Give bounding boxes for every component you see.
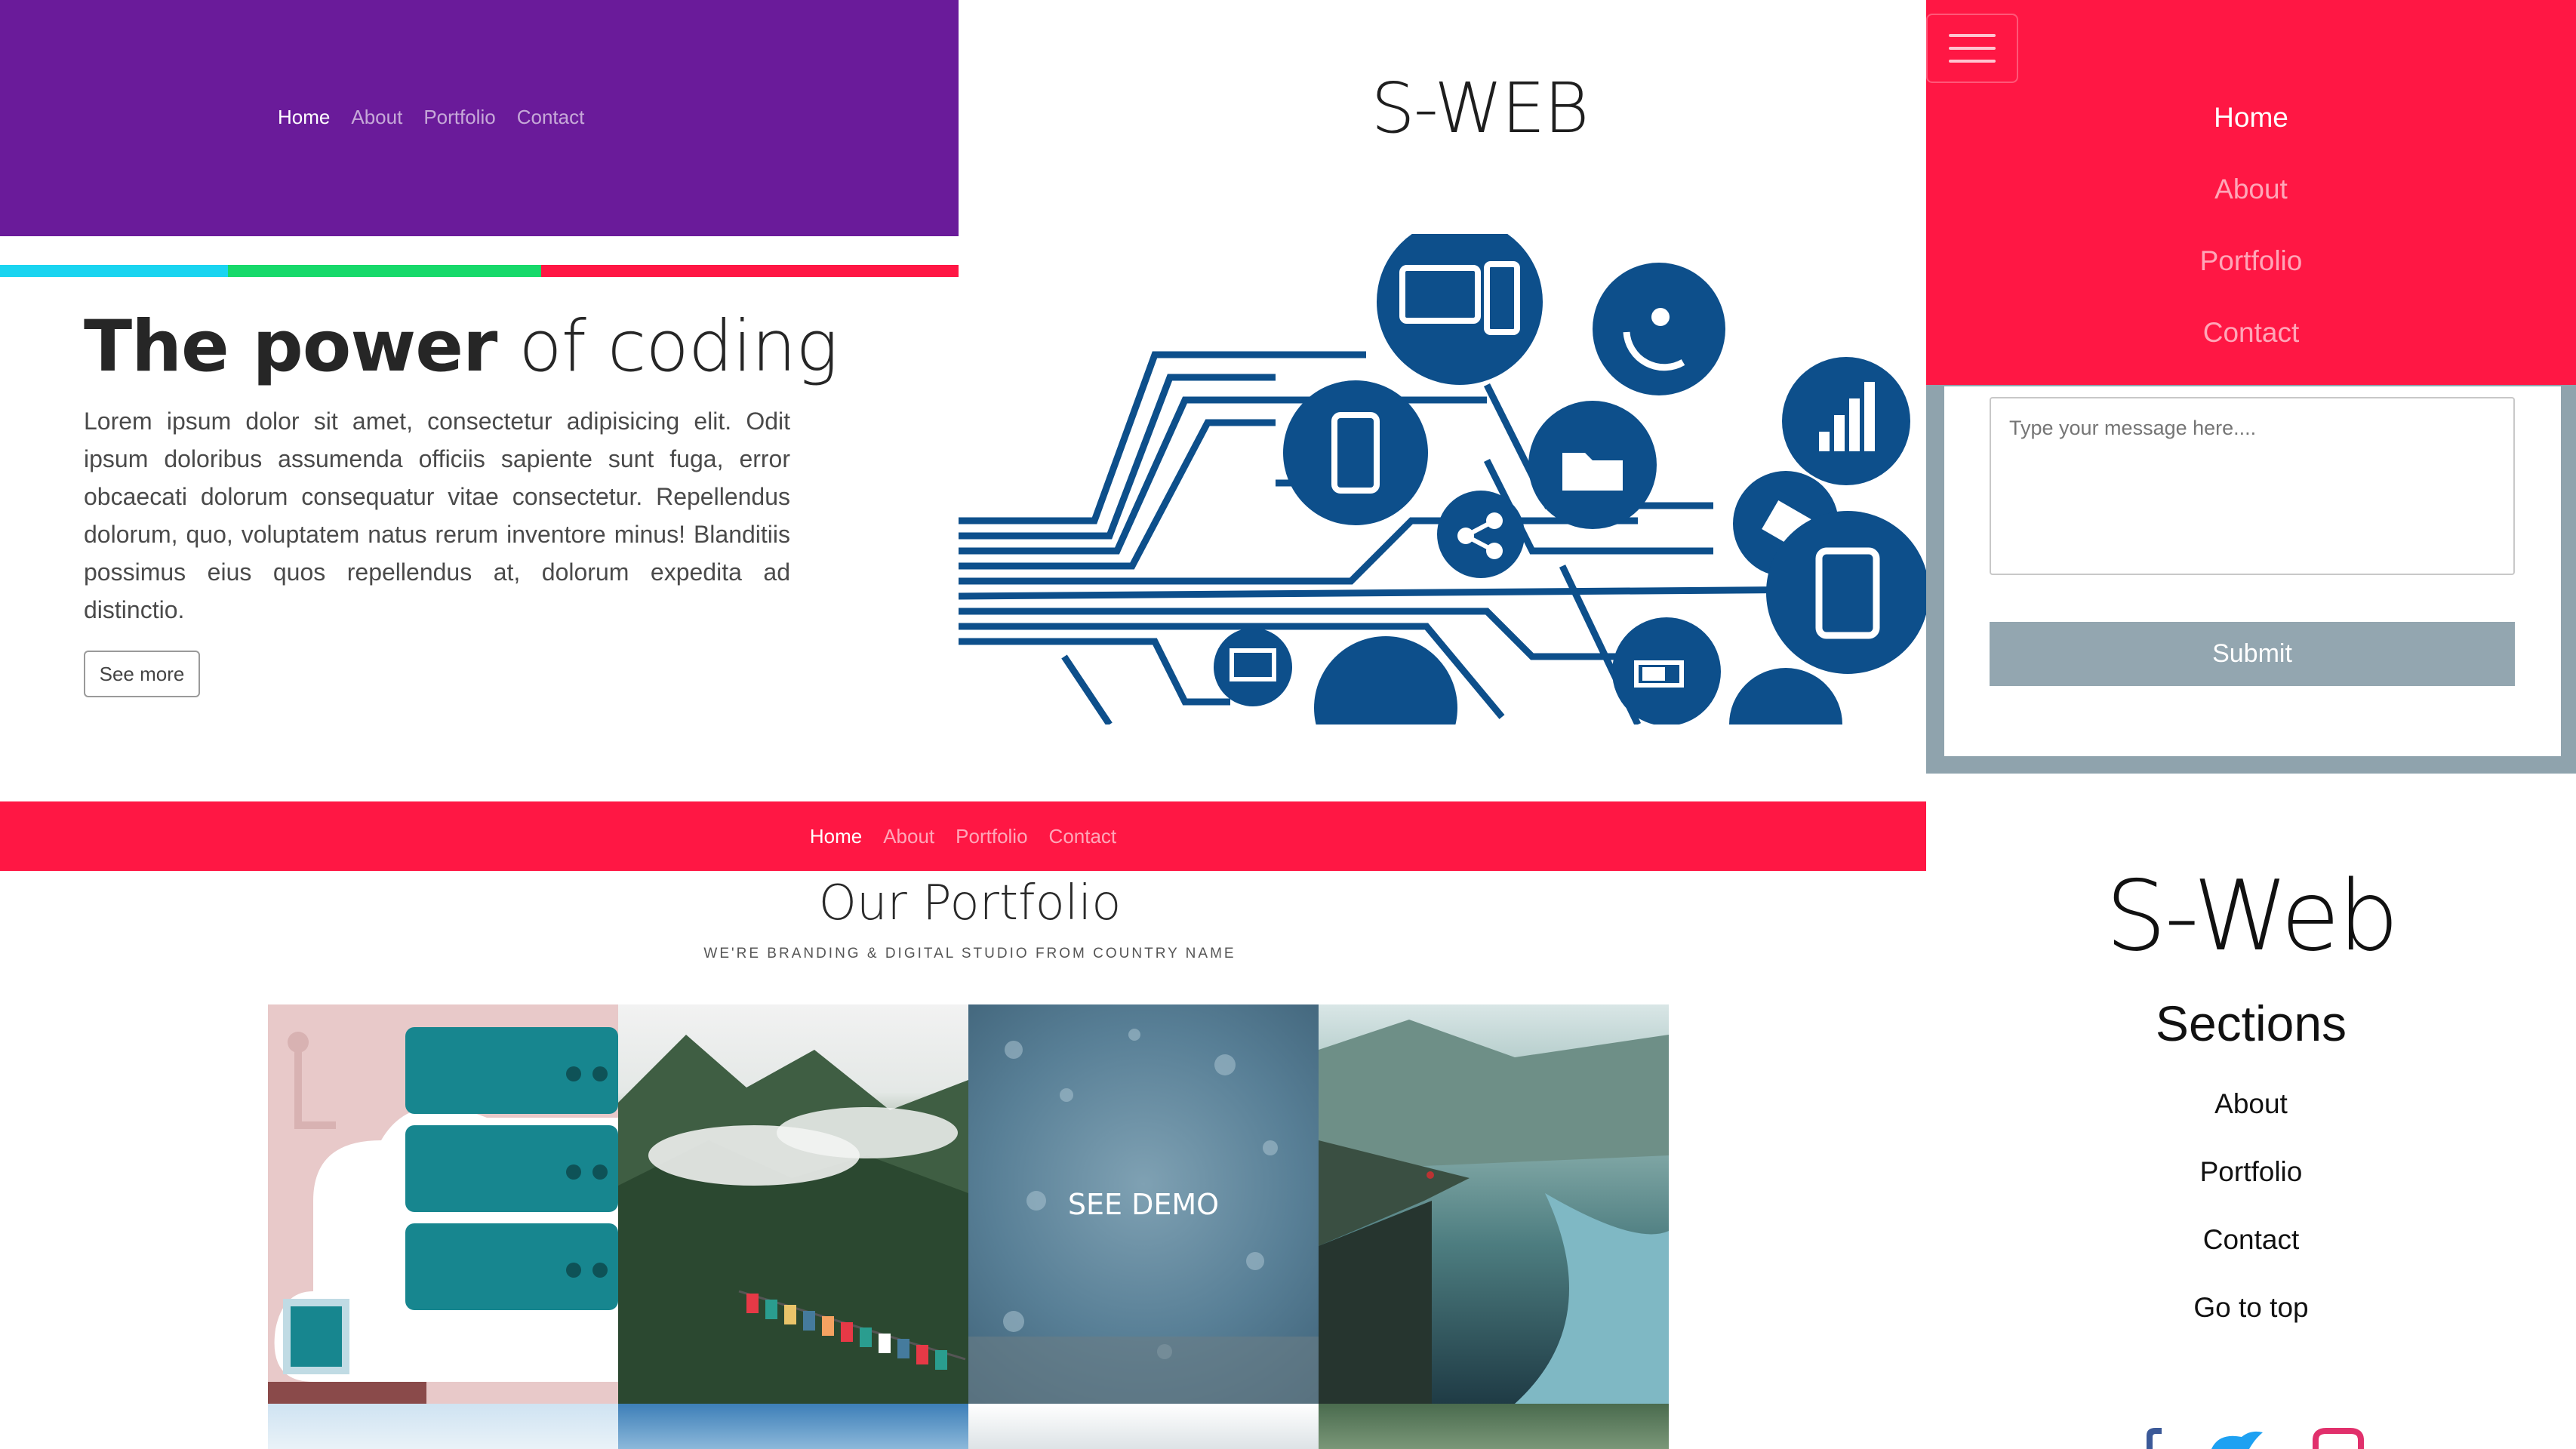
sections-title: Sections (2155, 995, 2347, 1051)
mobile-nav-contact[interactable]: Contact (1926, 317, 2576, 349)
social-icons (2147, 1428, 2364, 1449)
nav-portfolio[interactable]: Portfolio (956, 825, 1027, 848)
hero-text: Lorem ipsum dolor sit amet, consectetur … (84, 408, 790, 623)
icon-cluster (1214, 234, 1926, 724)
footer-link-contact[interactable]: Contact (1926, 1224, 2576, 1256)
color-stripe (0, 265, 959, 277)
portfolio-title: Our Portfolio (818, 875, 1122, 931)
menu-icon (1949, 34, 1996, 37)
message-field[interactable] (1990, 397, 2515, 575)
nav-about[interactable]: About (883, 825, 934, 848)
network-illustration (959, 234, 1926, 724)
nav-contact[interactable]: Contact (517, 106, 585, 129)
portfolio-nav-bar: Home About Portfolio Contact (0, 801, 1926, 871)
mountain-photo (618, 1035, 968, 1404)
portfolio-tile-trees[interactable] (1319, 1404, 1669, 1449)
satellite-dish-icon (1593, 263, 1725, 395)
portfolio-tile-clouds[interactable] (618, 1404, 968, 1449)
portfolio-tile-server[interactable] (268, 1004, 618, 1404)
twitter-icon[interactable] (2211, 1431, 2263, 1449)
laptop-icon (1214, 628, 1292, 706)
instagram-icon[interactable] (2313, 1428, 2364, 1449)
mobile-nav-about[interactable]: About (1926, 174, 2576, 205)
mobile-nav-portfolio[interactable]: Portfolio (1926, 245, 2576, 277)
share-icon (1437, 491, 1525, 578)
smartphone-icon (1283, 380, 1428, 525)
facebook-icon[interactable] (2147, 1428, 2162, 1449)
see-demo-label[interactable]: SEE DEMO (968, 1004, 1319, 1404)
brand-title: S-WEB (1371, 68, 1589, 149)
portfolio-subtitle: WE'RE BRANDING & DIGITAL STUDIO FROM COU… (703, 946, 1236, 961)
footer-link-portfolio[interactable]: Portfolio (1926, 1156, 2576, 1188)
hero-title-strong: The power (84, 306, 497, 388)
nav-home[interactable]: Home (810, 825, 862, 848)
signal-bars-icon (1782, 357, 1910, 485)
portfolio-tile-mountains[interactable] (618, 1004, 968, 1404)
hero-title: The power of coding (84, 306, 914, 388)
nav-about[interactable]: About (351, 106, 402, 129)
menu-toggle-button[interactable] (1926, 14, 2018, 83)
footer-link-go-to-top[interactable]: Go to top (1926, 1292, 2576, 1324)
portfolio-tile-sky[interactable] (268, 1404, 618, 1449)
nav-portfolio[interactable]: Portfolio (423, 106, 495, 129)
portfolio-tile-snow[interactable] (968, 1404, 1319, 1449)
hero-title-rest: of coding (497, 306, 838, 388)
header-nav: Home About Portfolio Contact (278, 106, 584, 129)
portfolio-tile-cliff[interactable] (1319, 1004, 1669, 1404)
server-illustration (268, 1027, 618, 1404)
gear-icon (1729, 668, 1842, 724)
see-more-button[interactable]: See more (84, 651, 200, 697)
portfolio-nav: Home About Portfolio Contact (810, 825, 1116, 848)
cliff-photo (1319, 1020, 1669, 1404)
battery-icon (1612, 617, 1721, 724)
nav-contact[interactable]: Contact (1049, 825, 1117, 848)
portfolio-tile-demo[interactable]: SEE DEMO (968, 1004, 1319, 1404)
tablet-icon (1766, 511, 1926, 674)
mobile-nav-home[interactable]: Home (1926, 102, 2576, 134)
submit-button[interactable]: Submit (1990, 622, 2515, 686)
cloud-icon (1314, 636, 1457, 724)
footer-brand: S-Web (2105, 860, 2399, 973)
nav-home[interactable]: Home (278, 106, 330, 129)
footer-link-about[interactable]: About (1926, 1088, 2576, 1120)
